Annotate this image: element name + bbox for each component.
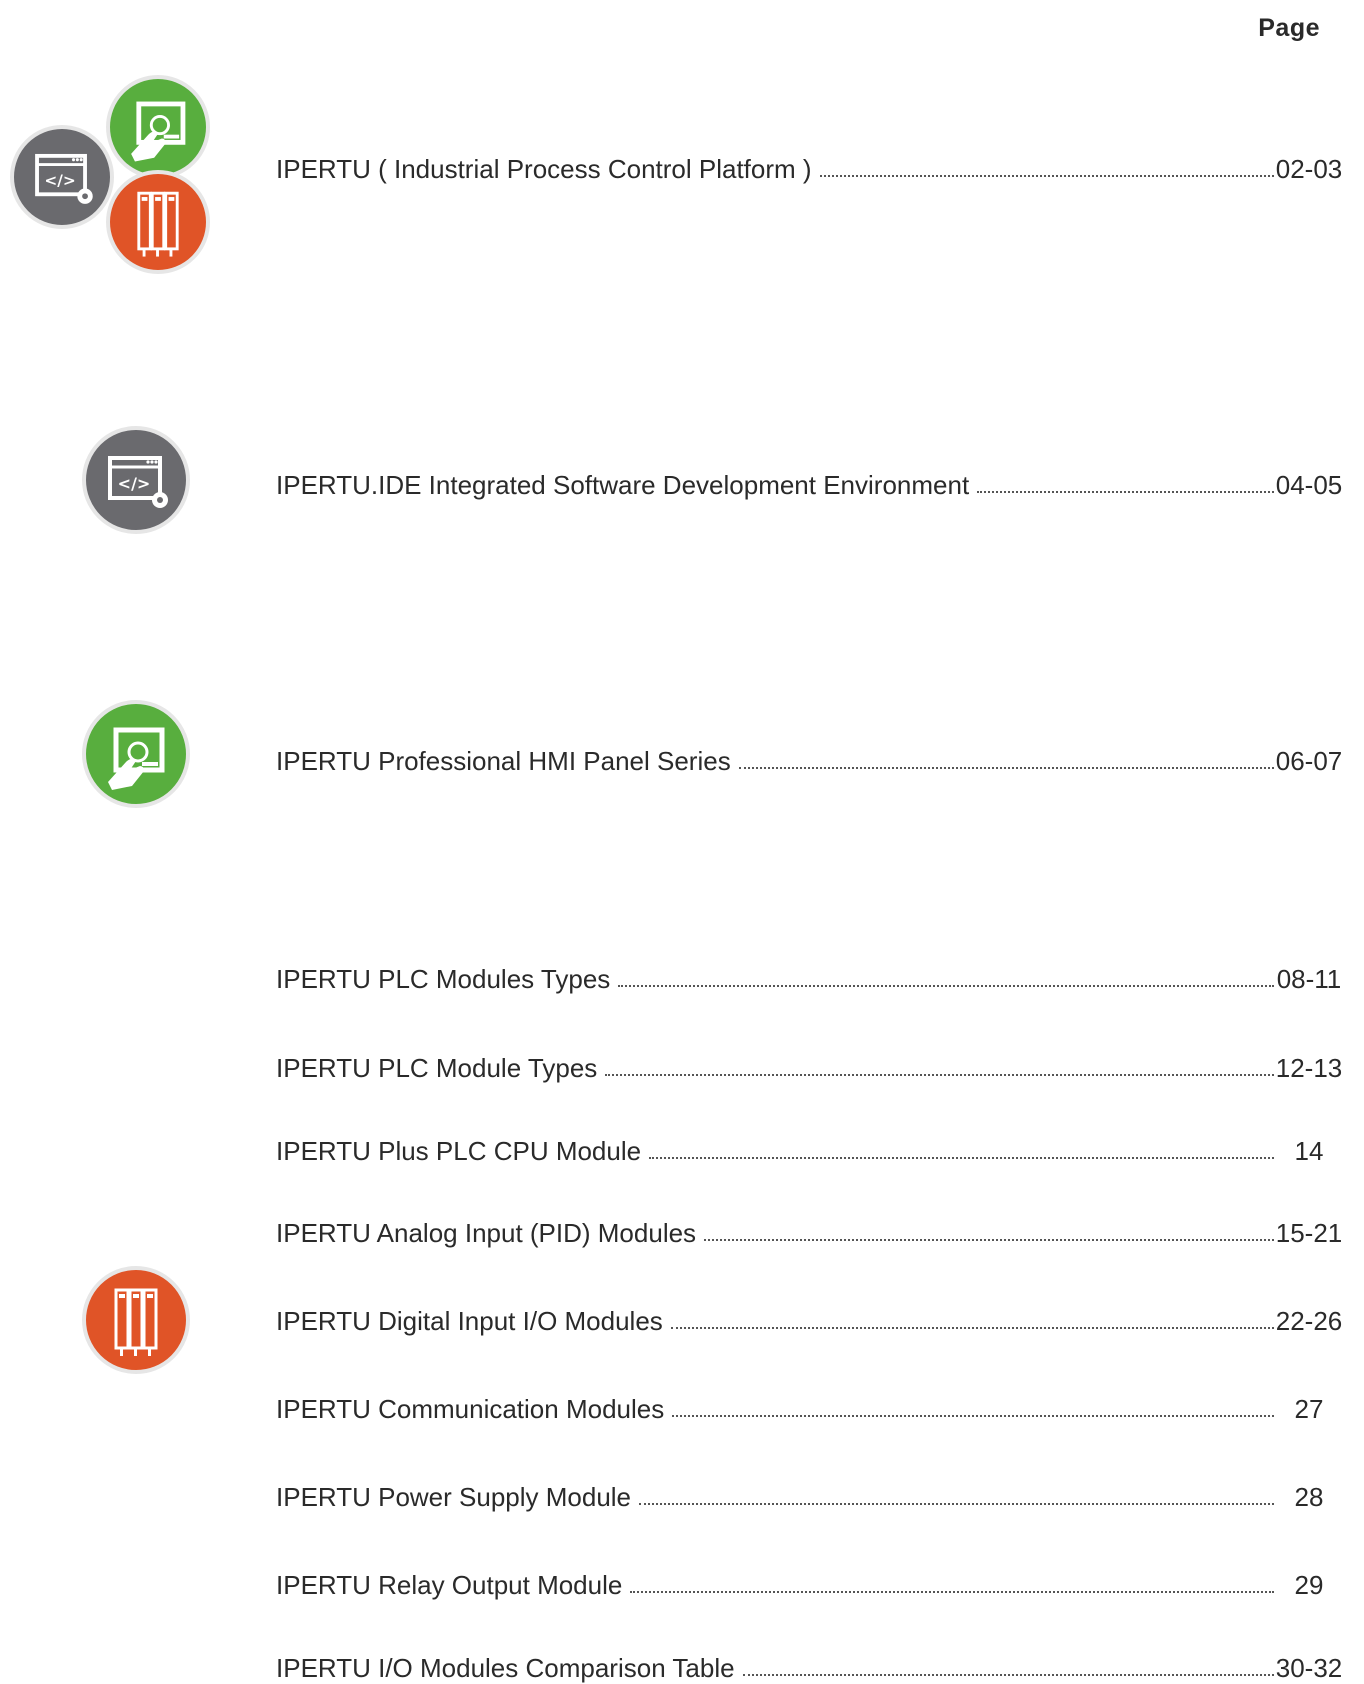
toc-entry-page: 14 xyxy=(1294,1136,1324,1166)
dotted-leader xyxy=(704,1239,1274,1241)
dotted-leader xyxy=(672,1415,1274,1417)
toc-entry-title: IPERTU Power Supply Module xyxy=(276,1482,632,1512)
toc-entry-page: 22-26 xyxy=(1275,1306,1343,1336)
dotted-leader xyxy=(738,767,1274,769)
toc-entry-title: IPERTU Professional HMI Panel Series xyxy=(276,746,731,776)
dotted-leader xyxy=(977,491,1274,493)
toc-entry[interactable]: IPERTU Analog Input (PID) Modules 15-21 xyxy=(276,1206,1344,1246)
toc-entry[interactable]: IPERTU PLC Module Types 12-13 xyxy=(276,1041,1344,1081)
toc-entry-title: IPERTU ( Industrial Process Control Plat… xyxy=(276,154,812,184)
toc-entry[interactable]: IPERTU ( Industrial Process Control Plat… xyxy=(276,142,1344,182)
plc-module-rack-icon xyxy=(82,1266,190,1374)
dotted-leader xyxy=(742,1674,1274,1676)
toc-entry-page: 08-11 xyxy=(1276,964,1342,994)
toc-entry-title: IPERTU.IDE Integrated Software Developme… xyxy=(276,470,970,500)
toc-entry[interactable]: IPERTU Professional HMI Panel Series 06-… xyxy=(276,734,1344,774)
toc-entry[interactable]: IPERTU Plus PLC CPU Module 14 xyxy=(276,1124,1344,1164)
toc-entry[interactable]: IPERTU I/O Modules Comparison Table 30-3… xyxy=(276,1641,1344,1681)
toc-entry-title: IPERTU Plus PLC CPU Module xyxy=(276,1136,642,1166)
hmi-touch-panel-icon xyxy=(106,75,210,179)
toc-entry-title: IPERTU PLC Module Types xyxy=(276,1053,598,1083)
dotted-leader xyxy=(639,1503,1274,1505)
toc-entry-page: 15-21 xyxy=(1275,1218,1343,1248)
code-window-gear-icon: </> xyxy=(10,125,114,229)
page-column-header: Page xyxy=(1258,14,1320,42)
toc-entry-page: 12-13 xyxy=(1275,1053,1343,1083)
plc-module-rack-icon xyxy=(106,170,210,274)
toc-entry-title: IPERTU I/O Modules Comparison Table xyxy=(276,1653,735,1683)
svg-text:</>: </> xyxy=(44,172,75,190)
toc-entry-title: IPERTU PLC Modules Types xyxy=(276,964,611,994)
toc-entry[interactable]: IPERTU Communication Modules 27 xyxy=(276,1382,1344,1422)
toc-entry-page: 06-07 xyxy=(1275,746,1343,776)
toc-entry-title: IPERTU Analog Input (PID) Modules xyxy=(276,1218,697,1248)
toc-entry-page: 30-32 xyxy=(1275,1653,1343,1683)
toc-entry-page: 28 xyxy=(1294,1482,1324,1512)
toc-entry[interactable]: IPERTU Power Supply Module 28 xyxy=(276,1470,1344,1510)
toc-entry[interactable]: IPERTU.IDE Integrated Software Developme… xyxy=(276,458,1344,498)
toc-entry-page: 29 xyxy=(1294,1570,1324,1600)
toc-entry[interactable]: IPERTU Relay Output Module 29 xyxy=(276,1558,1344,1598)
toc-entry-title: IPERTU Digital Input I/O Modules xyxy=(276,1306,663,1336)
code-window-gear-icon: </> xyxy=(82,426,190,534)
toc-entry-page: 04-05 xyxy=(1275,470,1343,500)
svg-text:</>: </> xyxy=(118,474,151,493)
dotted-leader xyxy=(819,175,1274,177)
dotted-leader xyxy=(670,1327,1274,1329)
toc-entry-page: 02-03 xyxy=(1275,154,1343,184)
toc-entry-title: IPERTU Relay Output Module xyxy=(276,1570,623,1600)
dotted-leader xyxy=(649,1157,1274,1159)
toc-entry[interactable]: IPERTU Digital Input I/O Modules 22-26 xyxy=(276,1294,1344,1334)
toc-entry-title: IPERTU Communication Modules xyxy=(276,1394,665,1424)
hmi-touch-panel-icon xyxy=(82,700,190,808)
dotted-leader xyxy=(630,1591,1274,1593)
toc-entry[interactable]: IPERTU PLC Modules Types 08-11 xyxy=(276,952,1344,992)
toc-entry-page: 27 xyxy=(1294,1394,1324,1424)
dotted-leader xyxy=(605,1074,1274,1076)
dotted-leader xyxy=(618,985,1274,987)
